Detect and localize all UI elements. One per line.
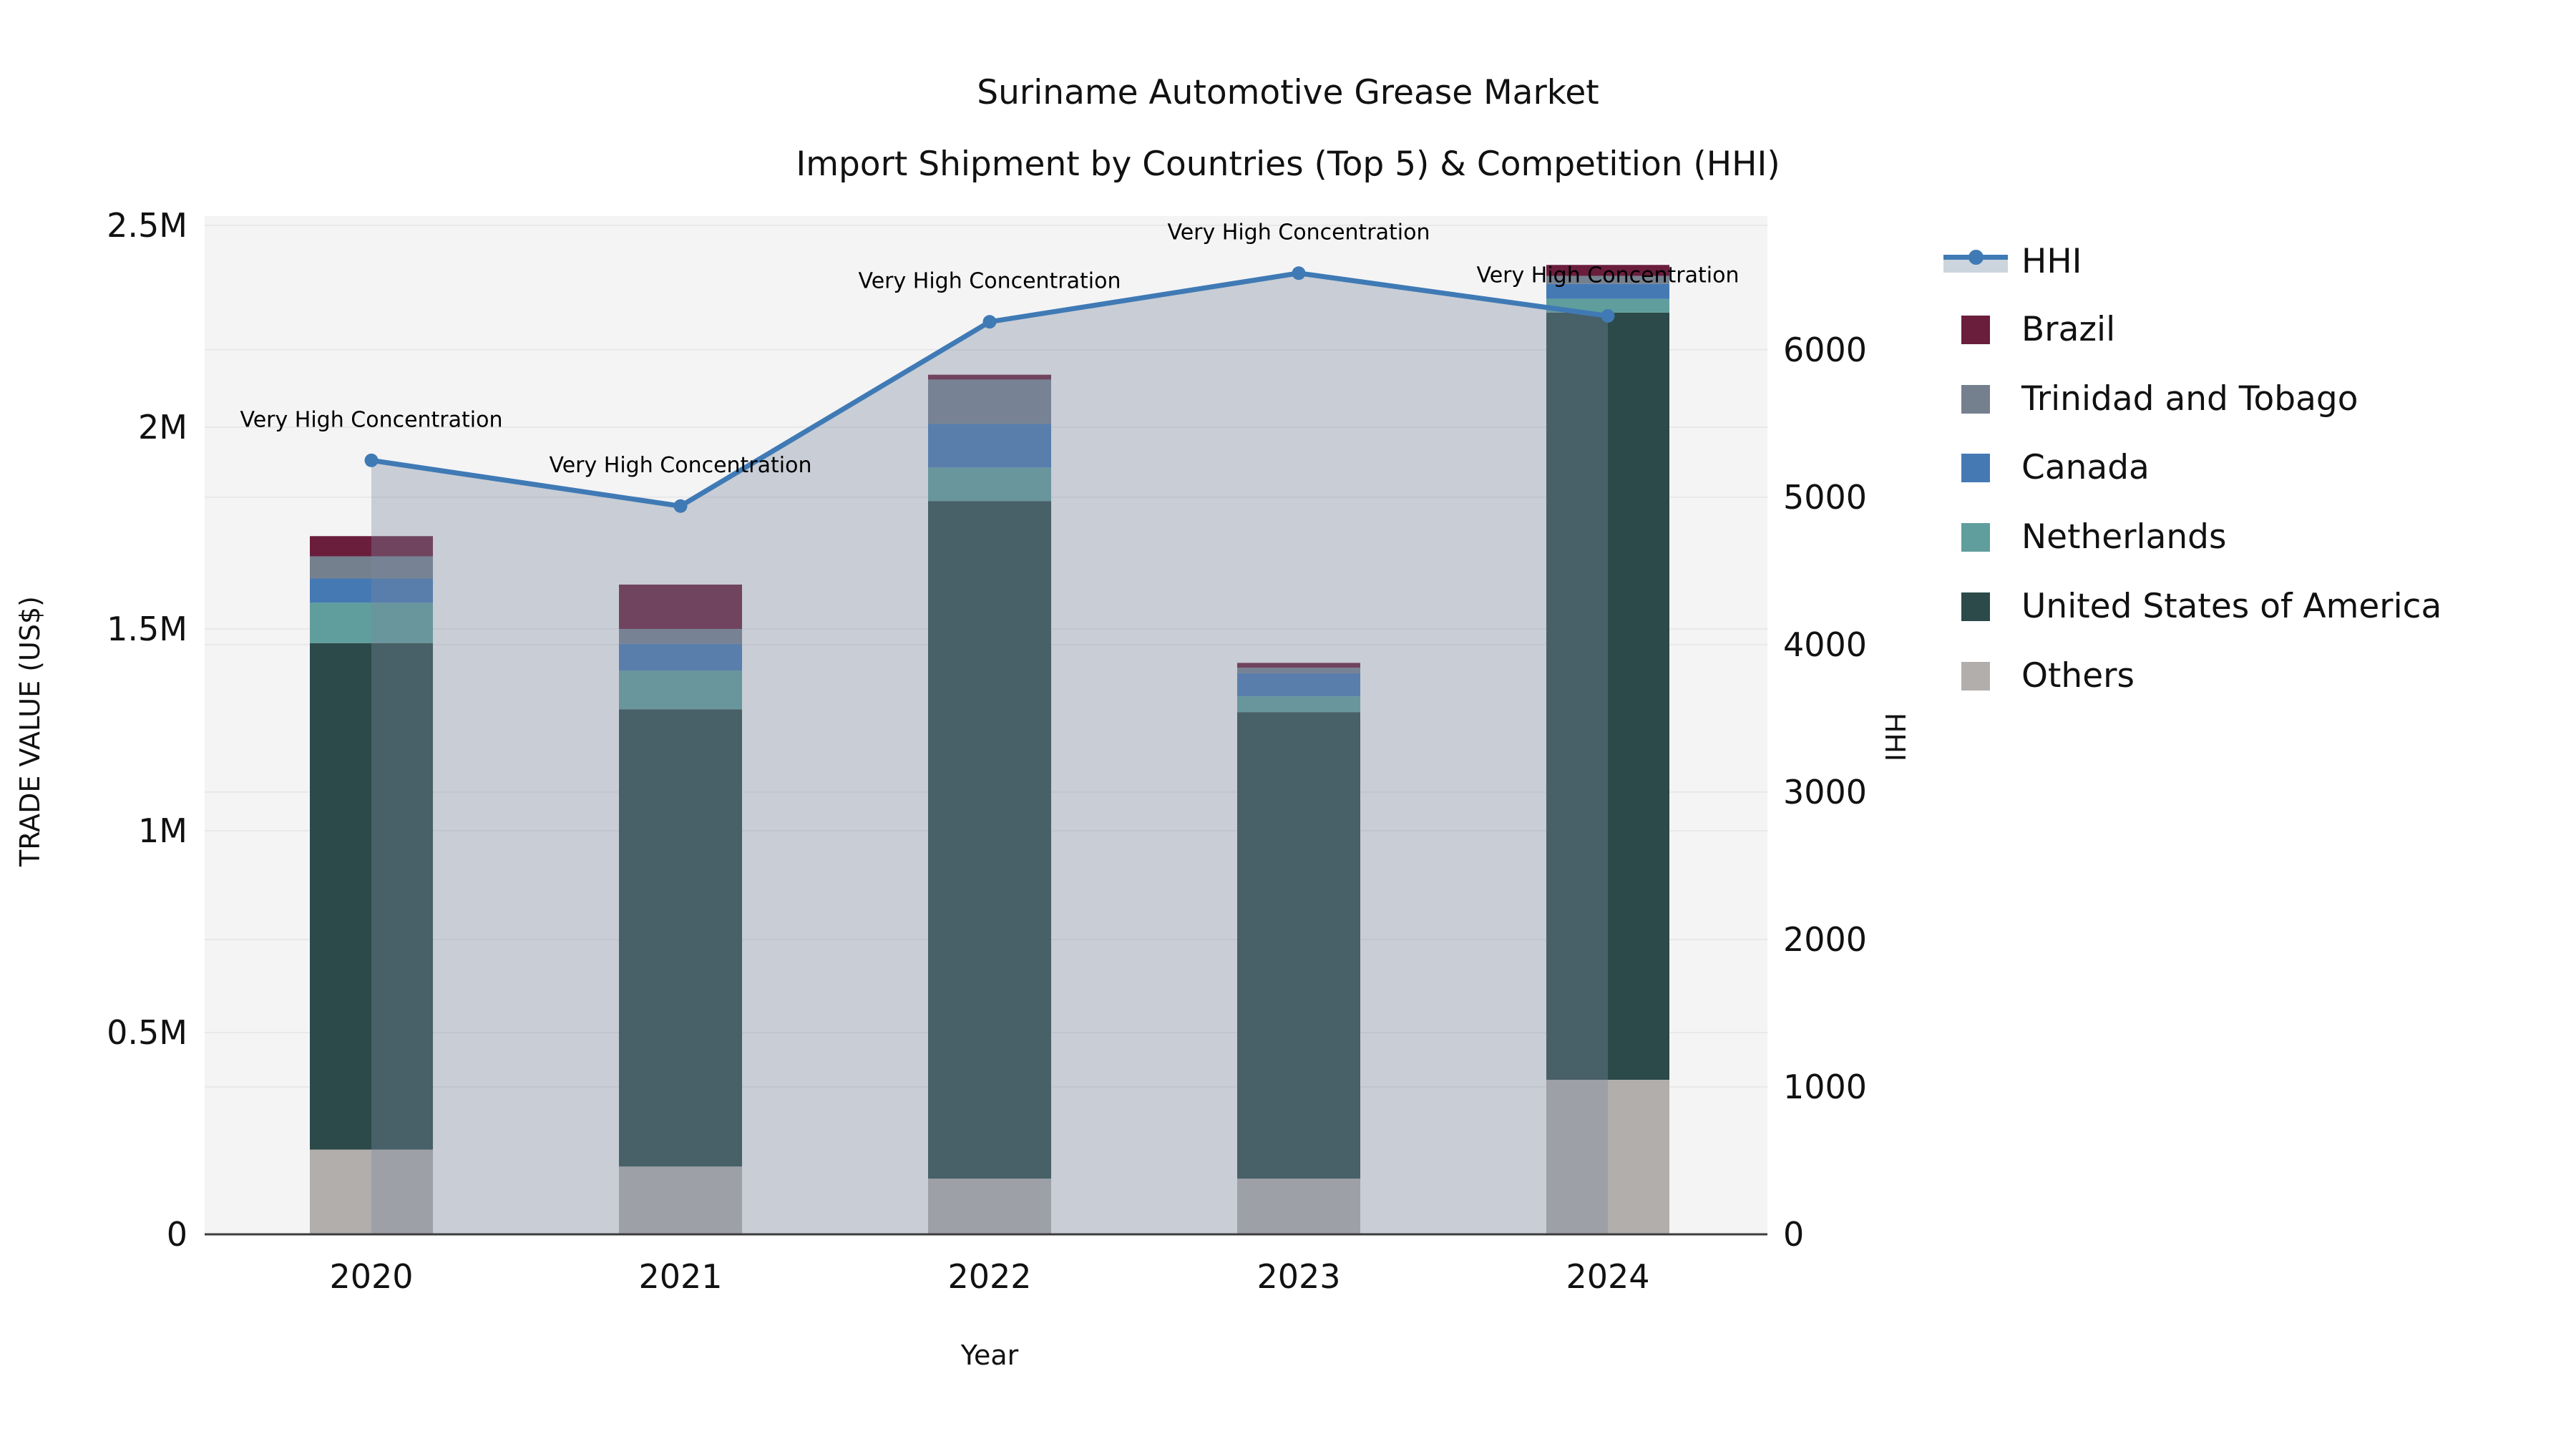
- y-right-tick: 1000: [1783, 1068, 1867, 1106]
- legend-item-others[interactable]: Others: [1943, 656, 2135, 696]
- legend-label: Canada: [2021, 448, 2150, 487]
- legend-item-netherlands[interactable]: Netherlands: [1943, 517, 2227, 557]
- y-right-axis-title: HHI: [1879, 712, 1911, 762]
- y-left-axis-title: TRADE VALUE (US$): [14, 596, 46, 867]
- legend-label: Trinidad and Tobago: [2021, 379, 2358, 419]
- hhi-marker-icon: [1968, 249, 1984, 265]
- legend-item-united-states-of-america[interactable]: United States of America: [1943, 587, 2441, 626]
- legend-label: United States of America: [2021, 587, 2442, 626]
- legend-item-brazil[interactable]: Brazil: [1943, 310, 2115, 349]
- hhi-marker-2022[interactable]: [982, 315, 997, 329]
- hhi-annotation-2021: Very High Concentration: [550, 453, 812, 478]
- legend-label: Brazil: [2021, 310, 2116, 349]
- y-right-tick: 4000: [1783, 625, 1867, 664]
- legend-item-hhi[interactable]: HHI: [1943, 242, 2082, 281]
- x-axis-title: Year: [960, 1340, 1019, 1371]
- legend-label: Others: [2021, 656, 2135, 696]
- x-tick-2020: 2020: [329, 1257, 413, 1296]
- hhi-marker-2020[interactable]: [364, 453, 379, 467]
- legend-item-canada[interactable]: Canada: [1943, 448, 2150, 487]
- y-right-tick: 5000: [1783, 478, 1867, 517]
- x-tick-2023: 2023: [1257, 1257, 1340, 1296]
- legend-label: HHI: [2021, 242, 2082, 281]
- y-left-tick: 0.5M: [107, 1013, 187, 1052]
- legend-swatch-netherlands: [1961, 522, 1990, 552]
- legend-label: Netherlands: [2021, 517, 2227, 557]
- hhi-line-legend-sample: [1943, 248, 2008, 276]
- y-right-tick: 2000: [1783, 920, 1867, 959]
- legend-swatch-canada: [1961, 453, 1990, 482]
- y-left-tick: 2.5M: [107, 206, 187, 245]
- y-right-tick: 0: [1783, 1215, 1804, 1254]
- hhi-annotation-2023: Very High Concentration: [1168, 220, 1430, 245]
- x-tick-2022: 2022: [947, 1257, 1031, 1296]
- legend-item-trinidad-and-tobago[interactable]: Trinidad and Tobago: [1943, 379, 2358, 419]
- x-tick-2021: 2021: [638, 1257, 722, 1296]
- y-left-tick: 2M: [138, 408, 187, 447]
- y-right-tick: 6000: [1783, 331, 1867, 369]
- hhi-annotation-2022: Very High Concentration: [859, 269, 1121, 294]
- legend-swatch-others: [1961, 661, 1990, 691]
- hhi-annotation-2024: Very High Concentration: [1477, 263, 1740, 288]
- hhi-marker-2023[interactable]: [1292, 266, 1306, 280]
- y-left-tick: 0: [167, 1215, 187, 1254]
- legend-swatch-brazil: [1961, 315, 1990, 344]
- hhi-marker-2024[interactable]: [1601, 308, 1615, 323]
- y-right-tick: 3000: [1783, 773, 1867, 811]
- chart-canvas: Very High Concentration Very High Concent…: [107, 206, 1867, 1296]
- y-left-tick: 1.5M: [107, 610, 187, 648]
- legend-swatch-trinidad-and-tobago: [1961, 384, 1990, 414]
- hhi-annotation-2020: Very High Concentration: [240, 407, 503, 432]
- legend-swatch-united-states-of-america: [1961, 592, 1990, 621]
- hhi-marker-2021[interactable]: [673, 499, 688, 513]
- y-left-tick: 1M: [138, 811, 187, 850]
- x-tick-2024: 2024: [1566, 1257, 1649, 1296]
